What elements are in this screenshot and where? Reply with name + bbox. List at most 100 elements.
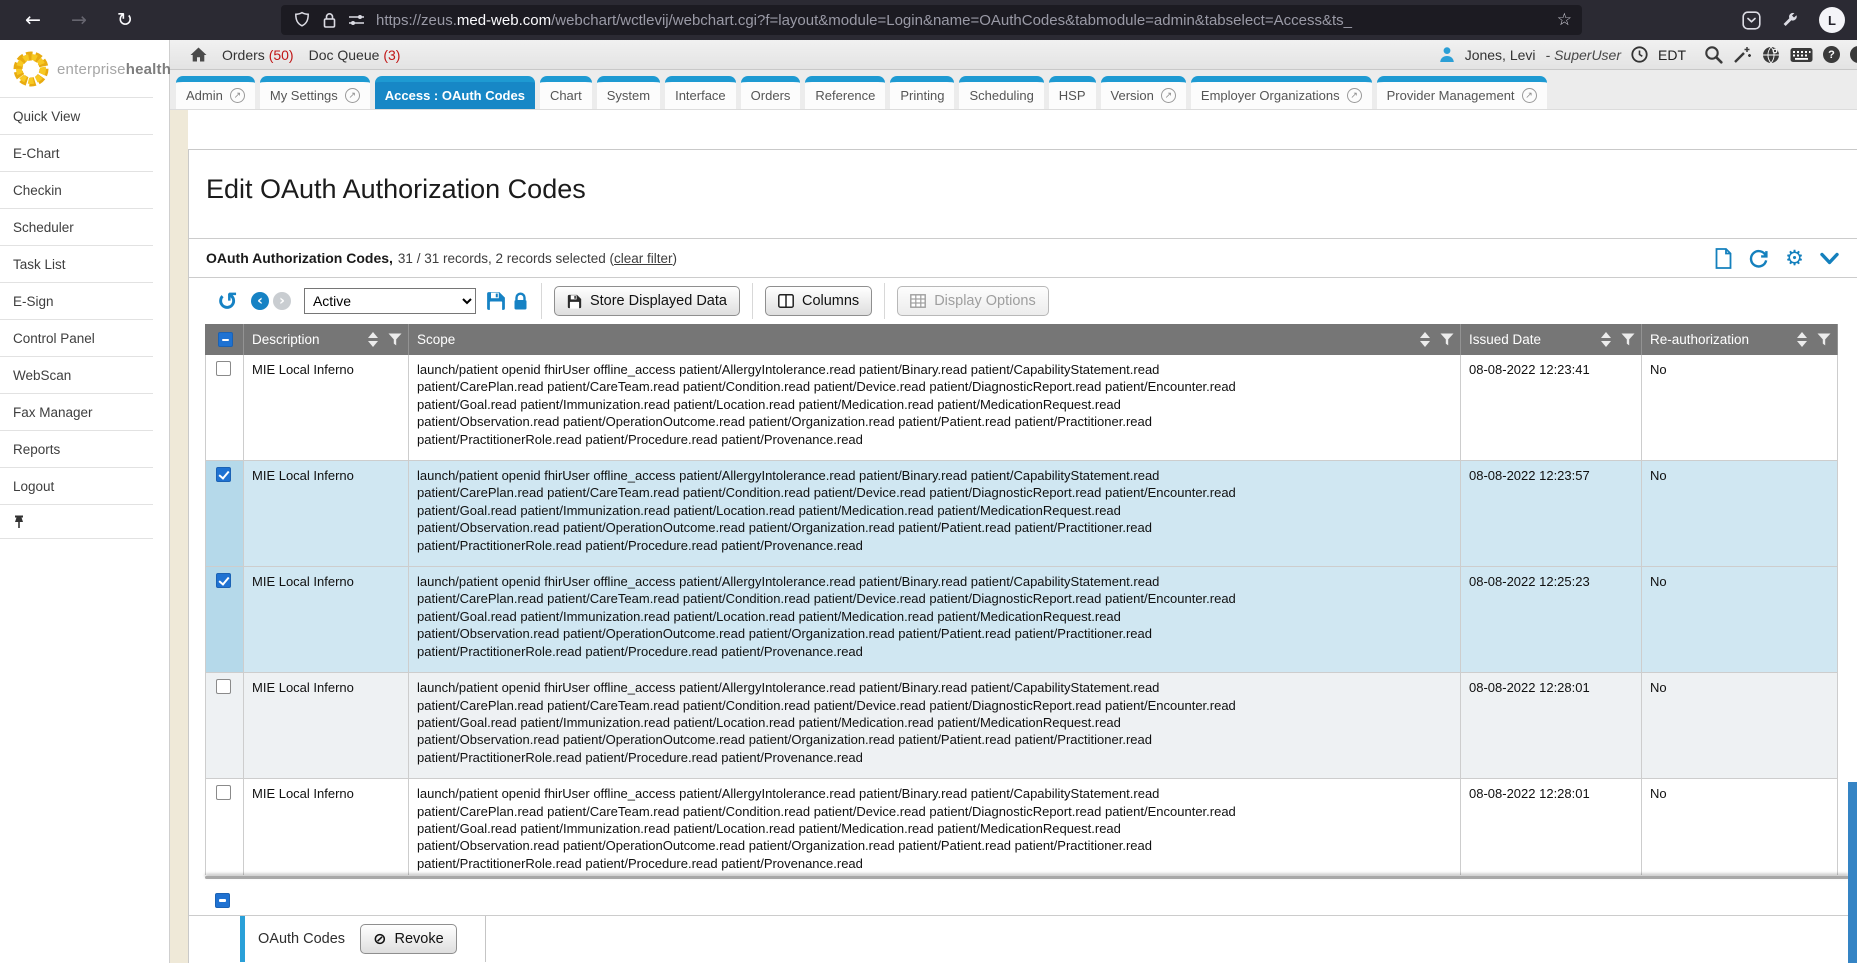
orders-link[interactable]: Orders (50) [222, 47, 294, 63]
refresh-icon[interactable] [1748, 248, 1769, 269]
user-name[interactable]: Jones, Levi [1465, 47, 1536, 63]
row-checkbox[interactable] [216, 785, 231, 800]
scope-line: patient/CarePlan.read patient/CareTeam.r… [417, 378, 1452, 395]
lock-icon[interactable] [322, 12, 337, 29]
display-options-button[interactable]: Display Options [897, 286, 1049, 316]
sidebar-pin[interactable] [0, 505, 169, 539]
sidebar-item-e-chart[interactable]: E-Chart [0, 135, 169, 172]
scope-line: patient/PractitionerRole.read patient/Pr… [417, 537, 1452, 554]
browser-profile-avatar[interactable]: L [1819, 7, 1845, 33]
sort-icon[interactable] [1601, 332, 1611, 347]
select-all-checkbox[interactable] [218, 332, 233, 347]
settings-gear-icon[interactable]: ⚙ [1785, 248, 1804, 269]
tab-admin[interactable]: Admin ↗ [176, 76, 255, 109]
undo-icon[interactable]: ↺ [217, 289, 238, 314]
sidebar-item-task-list[interactable]: Task List [0, 246, 169, 283]
sidebar-item-webscan[interactable]: WebScan [0, 357, 169, 394]
sidebar-item-quick-view[interactable]: Quick View [0, 98, 169, 135]
horizontal-scrollbar[interactable] [205, 875, 1849, 885]
tab-reference[interactable]: Reference [805, 76, 885, 109]
sidebar-item-reports[interactable]: Reports [0, 431, 169, 468]
sidebar-item-scheduler[interactable]: Scheduler [0, 209, 169, 246]
tab-my-settings[interactable]: My Settings ↗ [260, 76, 370, 109]
tab-chart[interactable]: Chart [540, 76, 592, 109]
table-row[interactable]: MIE Local Inferno launch/patient openid … [206, 355, 1838, 461]
sidebar-item-e-sign[interactable]: E-Sign [0, 283, 169, 320]
prev-page-button[interactable]: ‹ [251, 292, 269, 310]
column-header-scope[interactable]: Scope [409, 324, 1461, 355]
sort-icon[interactable] [1420, 332, 1430, 347]
sidebar-item-control-panel[interactable]: Control Panel [0, 320, 169, 357]
tab-employer-organizations[interactable]: Employer Organizations ↗ [1191, 76, 1372, 109]
collapse-chevron-icon[interactable] [1820, 252, 1839, 265]
clear-filter-link[interactable]: clear filter [614, 251, 673, 266]
column-header-reauthorization[interactable]: Re-authorization [1642, 324, 1838, 355]
tab-scheduling[interactable]: Scheduling [959, 76, 1043, 109]
row-checkbox[interactable] [216, 679, 231, 694]
bookmark-star-icon[interactable]: ☆ [1557, 10, 1572, 30]
oauth-codes-footer-tab[interactable]: OAuth Codes ⊘ Revoke [240, 916, 486, 962]
shield-icon[interactable] [293, 11, 311, 29]
saved-filter-select[interactable]: Active [304, 288, 476, 314]
tab-orders[interactable]: Orders [741, 76, 801, 109]
table-row[interactable]: MIE Local Inferno launch/patient openid … [206, 461, 1838, 567]
clipped-icon[interactable] [1850, 46, 1857, 63]
sort-icon[interactable] [1797, 332, 1807, 347]
globe-icon[interactable] [1762, 46, 1780, 64]
sidebar-item-logout[interactable]: Logout [0, 468, 169, 505]
url-bar[interactable]: https://zeus.med-web.com/webchart/wctlev… [281, 5, 1582, 35]
table-row[interactable]: MIE Local Inferno launch/patient openid … [206, 567, 1838, 673]
pocket-icon[interactable] [1742, 11, 1761, 30]
doc-queue-link[interactable]: Doc Queue (3) [309, 47, 401, 63]
columns-button[interactable]: Columns [765, 286, 872, 316]
wrench-icon[interactable] [1781, 11, 1799, 29]
row-checkbox[interactable] [216, 573, 231, 588]
browser-forward-button[interactable]: → [62, 9, 96, 31]
new-document-icon[interactable] [1715, 248, 1732, 269]
sidebar-item-checkin[interactable]: Checkin [0, 172, 169, 209]
revoke-button[interactable]: ⊘ Revoke [360, 924, 457, 954]
sidebar-item-fax-manager[interactable]: Fax Manager [0, 394, 169, 431]
store-displayed-data-button[interactable]: Store Displayed Data [554, 286, 740, 316]
select-all-header[interactable] [206, 324, 244, 355]
filter-funnel-icon[interactable] [1440, 333, 1454, 346]
row-checkbox-cell [206, 779, 244, 875]
table-row[interactable]: MIE Local Inferno launch/patient openid … [206, 779, 1838, 875]
tab-system[interactable]: System [597, 76, 660, 109]
keyboard-icon[interactable] [1790, 47, 1813, 63]
browser-back-button[interactable]: ← [16, 9, 50, 31]
table-row[interactable]: MIE Local Inferno launch/patient openid … [206, 673, 1838, 779]
tab-version[interactable]: Version ↗ [1101, 76, 1186, 109]
next-page-button[interactable]: › [273, 292, 291, 310]
row-checkbox[interactable] [216, 361, 231, 376]
tab-access-oauth-codes[interactable]: Access : OAuth Codes [375, 76, 535, 109]
permissions-icon[interactable] [348, 13, 365, 27]
row-checkbox[interactable] [216, 467, 231, 482]
sidebar-item-label: Control Panel [13, 331, 95, 346]
column-header-description[interactable]: Description [244, 324, 409, 355]
sidebar-item-label: Quick View [13, 109, 80, 124]
filter-funnel-icon[interactable] [388, 333, 402, 346]
tab-hsp[interactable]: HSP [1049, 76, 1096, 109]
tab-provider-management[interactable]: Provider Management ↗ [1377, 76, 1547, 109]
tab-interface[interactable]: Interface [665, 76, 736, 109]
row-issued-date: 08-08-2022 12:23:41 [1461, 355, 1642, 461]
home-icon[interactable] [190, 47, 207, 62]
tab-printing[interactable]: Printing [890, 76, 954, 109]
vertical-scrollbar-thumb[interactable] [1848, 782, 1857, 963]
filter-funnel-icon[interactable] [1621, 333, 1635, 346]
browser-reload-button[interactable]: ↻ [108, 9, 142, 31]
clock-icon[interactable] [1631, 46, 1648, 63]
wand-icon[interactable] [1733, 46, 1752, 64]
filter-funnel-icon[interactable] [1817, 333, 1831, 346]
external-link-icon: ↗ [1161, 88, 1176, 103]
footer-select-all-checkbox[interactable] [215, 893, 230, 908]
tab-label: Orders [751, 88, 791, 103]
help-icon[interactable]: ? [1823, 46, 1840, 63]
column-header-issued-date[interactable]: Issued Date [1461, 324, 1642, 355]
save-filter-icon[interactable] [486, 291, 506, 311]
content-area: Edit OAuth Authorization Codes OAuth Aut… [170, 110, 1857, 963]
search-icon[interactable] [1704, 45, 1723, 64]
sort-icon[interactable] [368, 332, 378, 347]
lock-filter-icon[interactable] [512, 292, 529, 311]
